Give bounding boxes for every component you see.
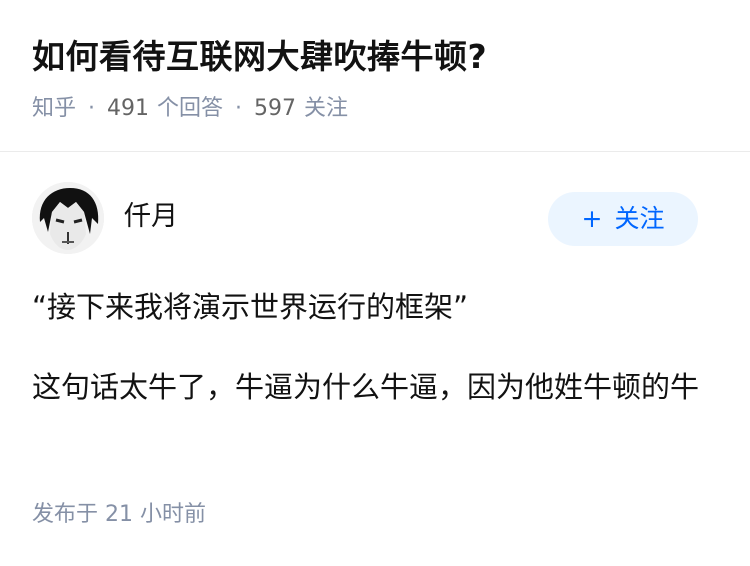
answer-paragraph: “接下来我将演示世界运行的框架” <box>32 290 469 324</box>
plus-icon: + <box>581 204 603 233</box>
source-label[interactable]: 知乎 <box>32 96 76 121</box>
answer-count: 491 <box>107 96 150 121</box>
follow-button-label: 关注 <box>614 204 665 233</box>
answer-count-label[interactable]: 个回答 <box>157 96 223 121</box>
author-row: 仟月 + 关注 <box>32 182 718 256</box>
publish-time: 发布于 21 小时前 <box>32 502 206 527</box>
answer-paragraph: 这句话太牛了，牛逼为什么牛逼，因为他姓牛顿的牛 <box>32 370 700 404</box>
author-avatar[interactable] <box>32 182 104 254</box>
question-title[interactable]: 如何看待互联网大肆吹捧牛顿? <box>32 34 487 80</box>
follower-count: 597 <box>254 96 297 121</box>
question-header: 如何看待互联网大肆吹捧牛顿? 知乎 · 491 个回答 · 597 关注 <box>0 0 750 152</box>
author-name[interactable]: 仟月 <box>124 198 178 236</box>
meta-separator: · <box>88 96 96 121</box>
follow-button[interactable]: + 关注 <box>548 192 698 246</box>
follower-count-label[interactable]: 关注 <box>304 96 348 121</box>
meta-separator: · <box>235 96 243 121</box>
answer-body: “接下来我将演示世界运行的框架” 这句话太牛了，牛逼为什么牛逼，因为他姓牛顿的牛 <box>32 282 712 442</box>
avatar-image <box>32 182 104 254</box>
question-meta: 知乎 · 491 个回答 · 597 关注 <box>32 92 348 126</box>
